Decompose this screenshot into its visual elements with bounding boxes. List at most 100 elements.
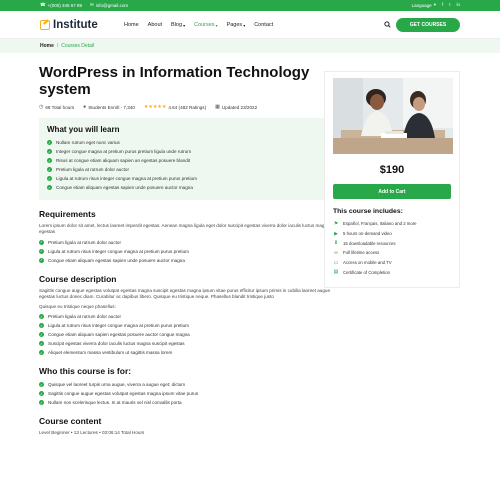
linkedin-icon[interactable]: in [456,3,460,8]
requirements-list: ✓ Pretium ligula at rutrum dolor auctor ✓… [39,238,347,265]
user-icon: ● [83,104,87,110]
nav-item-contact[interactable]: Contact [254,22,273,28]
check-icon: ✓ [47,185,52,190]
nav-item-pages[interactable]: Pages ▾ [227,22,246,28]
description-paragraph: Sagittis congue augue egestas volutpat e… [39,287,331,299]
nav-item-about[interactable]: About [148,22,162,28]
twitter-icon[interactable]: t [449,3,450,8]
breadcrumb-bar: Home / Courses Detail [0,39,500,53]
list-item-text: Full lifetime access [343,250,380,256]
breadcrumb-home[interactable]: Home [40,43,54,49]
check-icon: ✓ [39,382,44,388]
list-item-text: Certificate of Completion [343,269,391,275]
meta-students-text: Students Enroll - 7,340 [88,104,135,110]
infinity-icon: ∞ [334,249,338,256]
content-summary: Level Beginner • 13 Lectures • 03:06:14 … [39,430,145,436]
add-to-cart-button[interactable]: Add to Cart [333,184,451,199]
meta-rating-text: 4.64 (482 Ratings) [168,104,207,110]
nav-item-label: Courses [194,22,215,28]
list-item: ✓ Pretium ligula at rutrum dolor auctor [39,238,347,247]
course-price: $190 [379,164,405,176]
chevron-down-icon: ▾ [243,22,246,28]
list-item-text: 15 downloadable resources [343,240,396,246]
chevron-down-icon: ▾ [433,2,436,8]
list-item: ⚑ Español, Français, Italiano and 2 more [333,219,451,229]
nav-item-label: Blog [171,22,183,28]
video-icon: ▶ [334,230,338,237]
calendar-icon: ▦ [215,104,220,110]
get-courses-button[interactable]: GET COURSES [396,18,460,32]
list-item-text: Nullam non scelerisque lectus. In at mau… [48,400,182,406]
nav-item-label: Contact [254,22,274,28]
list-item: ✓ Integer congue magna at pretium purus p… [47,147,339,156]
check-icon: ✓ [39,400,44,406]
check-icon: ✓ [47,149,52,154]
check-icon: ✓ [39,323,44,329]
language-selector[interactable]: Language ▾ [412,3,436,8]
list-item: ✓ Congue etiam aliquam egestas sapien und… [39,256,347,265]
language-icon: ⚑ [333,220,339,227]
site-logo[interactable]: Institute [40,19,98,31]
list-item-text: Nullam rutrum eget nunc varius [56,140,120,145]
check-icon: ✓ [39,239,44,245]
list-item: ✓ Suscipit egestas viverra dolor iaculis … [39,339,347,348]
email-contact[interactable]: ✉ info@gmail.com [90,3,128,8]
list-item-text: Access on mobile and TV [343,260,392,266]
logo-icon [40,20,50,30]
list-item-text: Risus at congue etiam aliquam sapien an … [56,158,191,163]
logo-text: Institute [53,19,98,31]
what-you-will-learn-box: What you will learn ✓ Nullam rutrum eget … [39,118,347,200]
list-item-text: Ligula at rutrum risus integer congue ma… [56,176,197,181]
nav-item-label: About [147,22,163,28]
list-item-text: Pretium ligula at rutrum dolor auctor [48,239,122,245]
includes-list: ⚑ Español, Français, Italiano and 2 more … [333,219,451,277]
phone-icon: ☎ [40,2,46,8]
list-item: ✓ Risus at congue etiam aliquam sapien an… [47,156,339,165]
nav-item-blog[interactable]: Blog ▾ [171,22,185,28]
requirements-paragraph: Lorem ipsum dolor sit amet, lectus laore… [39,223,347,235]
list-item-text: Aliquet elementum massa vestibulum ut sa… [48,350,173,356]
audience-list: ✓ Quisque vel laoreet turpis urna augue, … [39,380,347,407]
breadcrumb-current: Courses Detail [61,43,95,49]
download-icon: ⬇ [333,240,339,247]
search-icon[interactable] [384,21,391,30]
list-item-text: Suscipit egestas viverra dolor iaculis l… [48,341,185,347]
nav-menu: Home About Blog ▾ Courses ▾ Pages ▾ Contact [124,22,273,28]
list-item: ✓ Nullam rutrum eget nunc varius [47,138,339,147]
list-item: ✓ Ligula at rutrum risus integer congue m… [39,247,347,256]
course-image [333,78,453,154]
list-item-text: Quisque vel laoreet turpis urna augue, v… [48,382,186,388]
nav-item-label: Home [124,22,139,28]
check-icon: ✓ [39,391,44,397]
list-item-text: Congue etiam aliquam egestas sapien unde… [56,185,193,190]
certificate-icon: ▤ [333,269,339,276]
breadcrumb: Home / Courses Detail [40,43,94,49]
list-item: ✓ Ligula at rutrum risus integer congue m… [39,321,347,330]
meta-students: ● Students Enroll - 7,340 [83,104,135,110]
course-meta: ◷ 68 Total hours ● Students Enroll - 7,3… [39,104,347,110]
nav-item-courses[interactable]: Courses ▾ [194,22,218,28]
list-item-text: Ligula at rutrum risus integer congue ma… [48,323,189,329]
list-item: ✓ Quisque vel laoreet turpis urna augue, … [39,380,347,389]
list-item: ✓ Pretium ligula at rutrum dolor auctor [47,165,339,174]
breadcrumb-separator: / [56,43,59,49]
top-bar: ☎ +(000) 345 67 89 ✉ info@gmail.com Lang… [0,0,500,11]
facebook-icon[interactable]: f [442,3,443,8]
nav-item-home[interactable]: Home [124,22,139,28]
chevron-down-icon: ▾ [183,22,186,28]
monitor-icon: ▭ [333,259,339,266]
language-label: Language [411,3,432,8]
description-list: ✓ Pretium ligula at rutrum dolor auctor ✓… [39,312,347,357]
check-icon: ✓ [39,257,44,263]
list-item-text: 5 hours on-demand video [343,231,392,237]
phone-contact[interactable]: ☎ +(000) 345 67 89 [40,3,82,8]
learn-list: ✓ Nullam rutrum eget nunc varius ✓ Integer… [47,138,339,192]
list-item-text: Pretium ligula at rutrum dolor auctor [56,167,130,172]
course-photo-illustration [333,78,453,154]
check-icon: ✓ [39,314,44,320]
list-item: ✓ Sagittis congue augue egestas volutpat … [39,389,347,398]
check-icon: ✓ [39,350,44,356]
learn-title: What you will learn [47,125,120,134]
list-item: ▤ Certificate of Completion [333,267,451,277]
list-item-text: Ligula at rutrum risus integer congue ma… [48,248,189,254]
